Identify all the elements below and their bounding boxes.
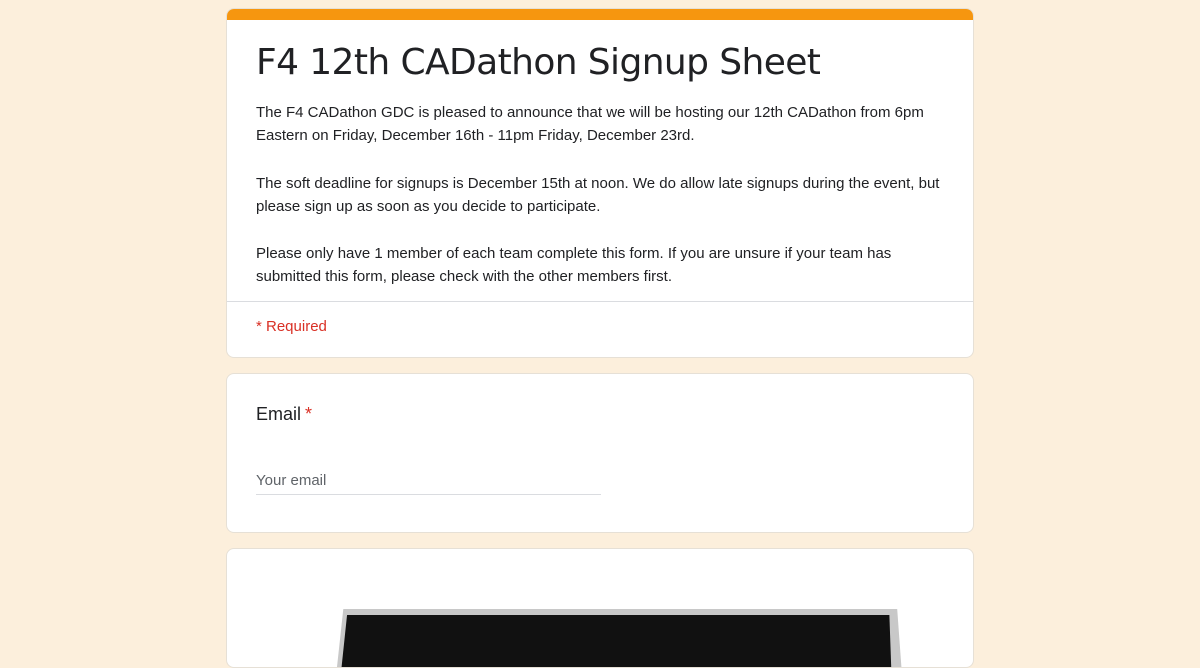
header-accent-bar: [227, 9, 973, 20]
required-note: * Required: [256, 318, 327, 335]
form-header-card: F4 12th CADathon Signup Sheet The F4 CAD…: [226, 8, 974, 358]
email-question-card: Email *: [226, 373, 974, 533]
form-title: F4 12th CADathon Signup Sheet: [256, 42, 821, 83]
laptop-image: [323, 609, 903, 667]
image-card: [226, 548, 974, 668]
header-divider: [227, 301, 973, 302]
email-label-text: Email: [256, 404, 302, 424]
required-asterisk: *: [305, 404, 313, 424]
form-description-paragraph: The soft deadline for signups is Decembe…: [256, 175, 940, 215]
form-description-paragraph: Please only have 1 member of each team c…: [256, 245, 892, 285]
email-question-label: Email *: [256, 404, 312, 425]
laptop-screen: [338, 615, 893, 667]
email-input[interactable]: [256, 466, 601, 495]
form-description-paragraph: The F4 CADathon GDC is pleased to announ…: [256, 104, 924, 144]
